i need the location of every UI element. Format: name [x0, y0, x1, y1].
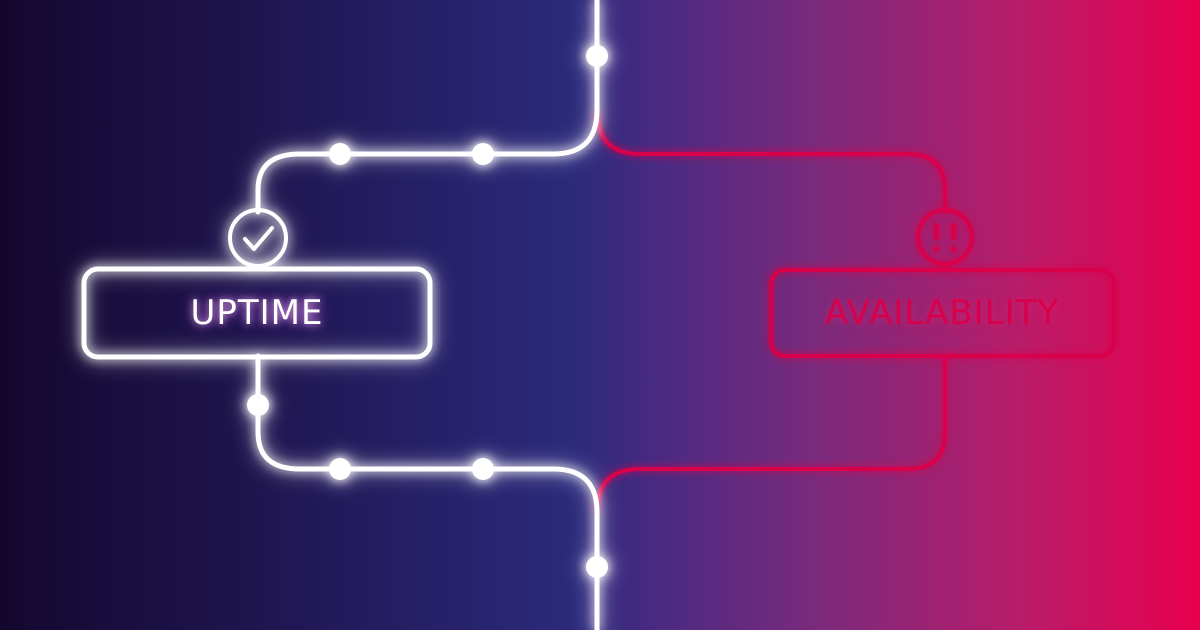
- track-node: [472, 458, 494, 480]
- uptime-label: UPTIME: [190, 293, 324, 333]
- track-node: [586, 45, 608, 67]
- track-node: [586, 556, 608, 578]
- banner: UPTIME AVAILABILITY: [0, 0, 1200, 630]
- track-node: [329, 458, 351, 480]
- track-node: [247, 394, 269, 416]
- availability-route-line: [595, 108, 947, 214]
- availability-label: AVAILABILITY: [824, 293, 1060, 333]
- availability-route-line-lower: [595, 354, 947, 514]
- main-track-top: [255, 0, 600, 215]
- track-node: [329, 143, 351, 165]
- check-icon: [228, 208, 288, 268]
- main-track-bottom: [255, 353, 600, 630]
- double-exclamation-icon: [916, 208, 974, 266]
- track-node: [472, 143, 494, 165]
